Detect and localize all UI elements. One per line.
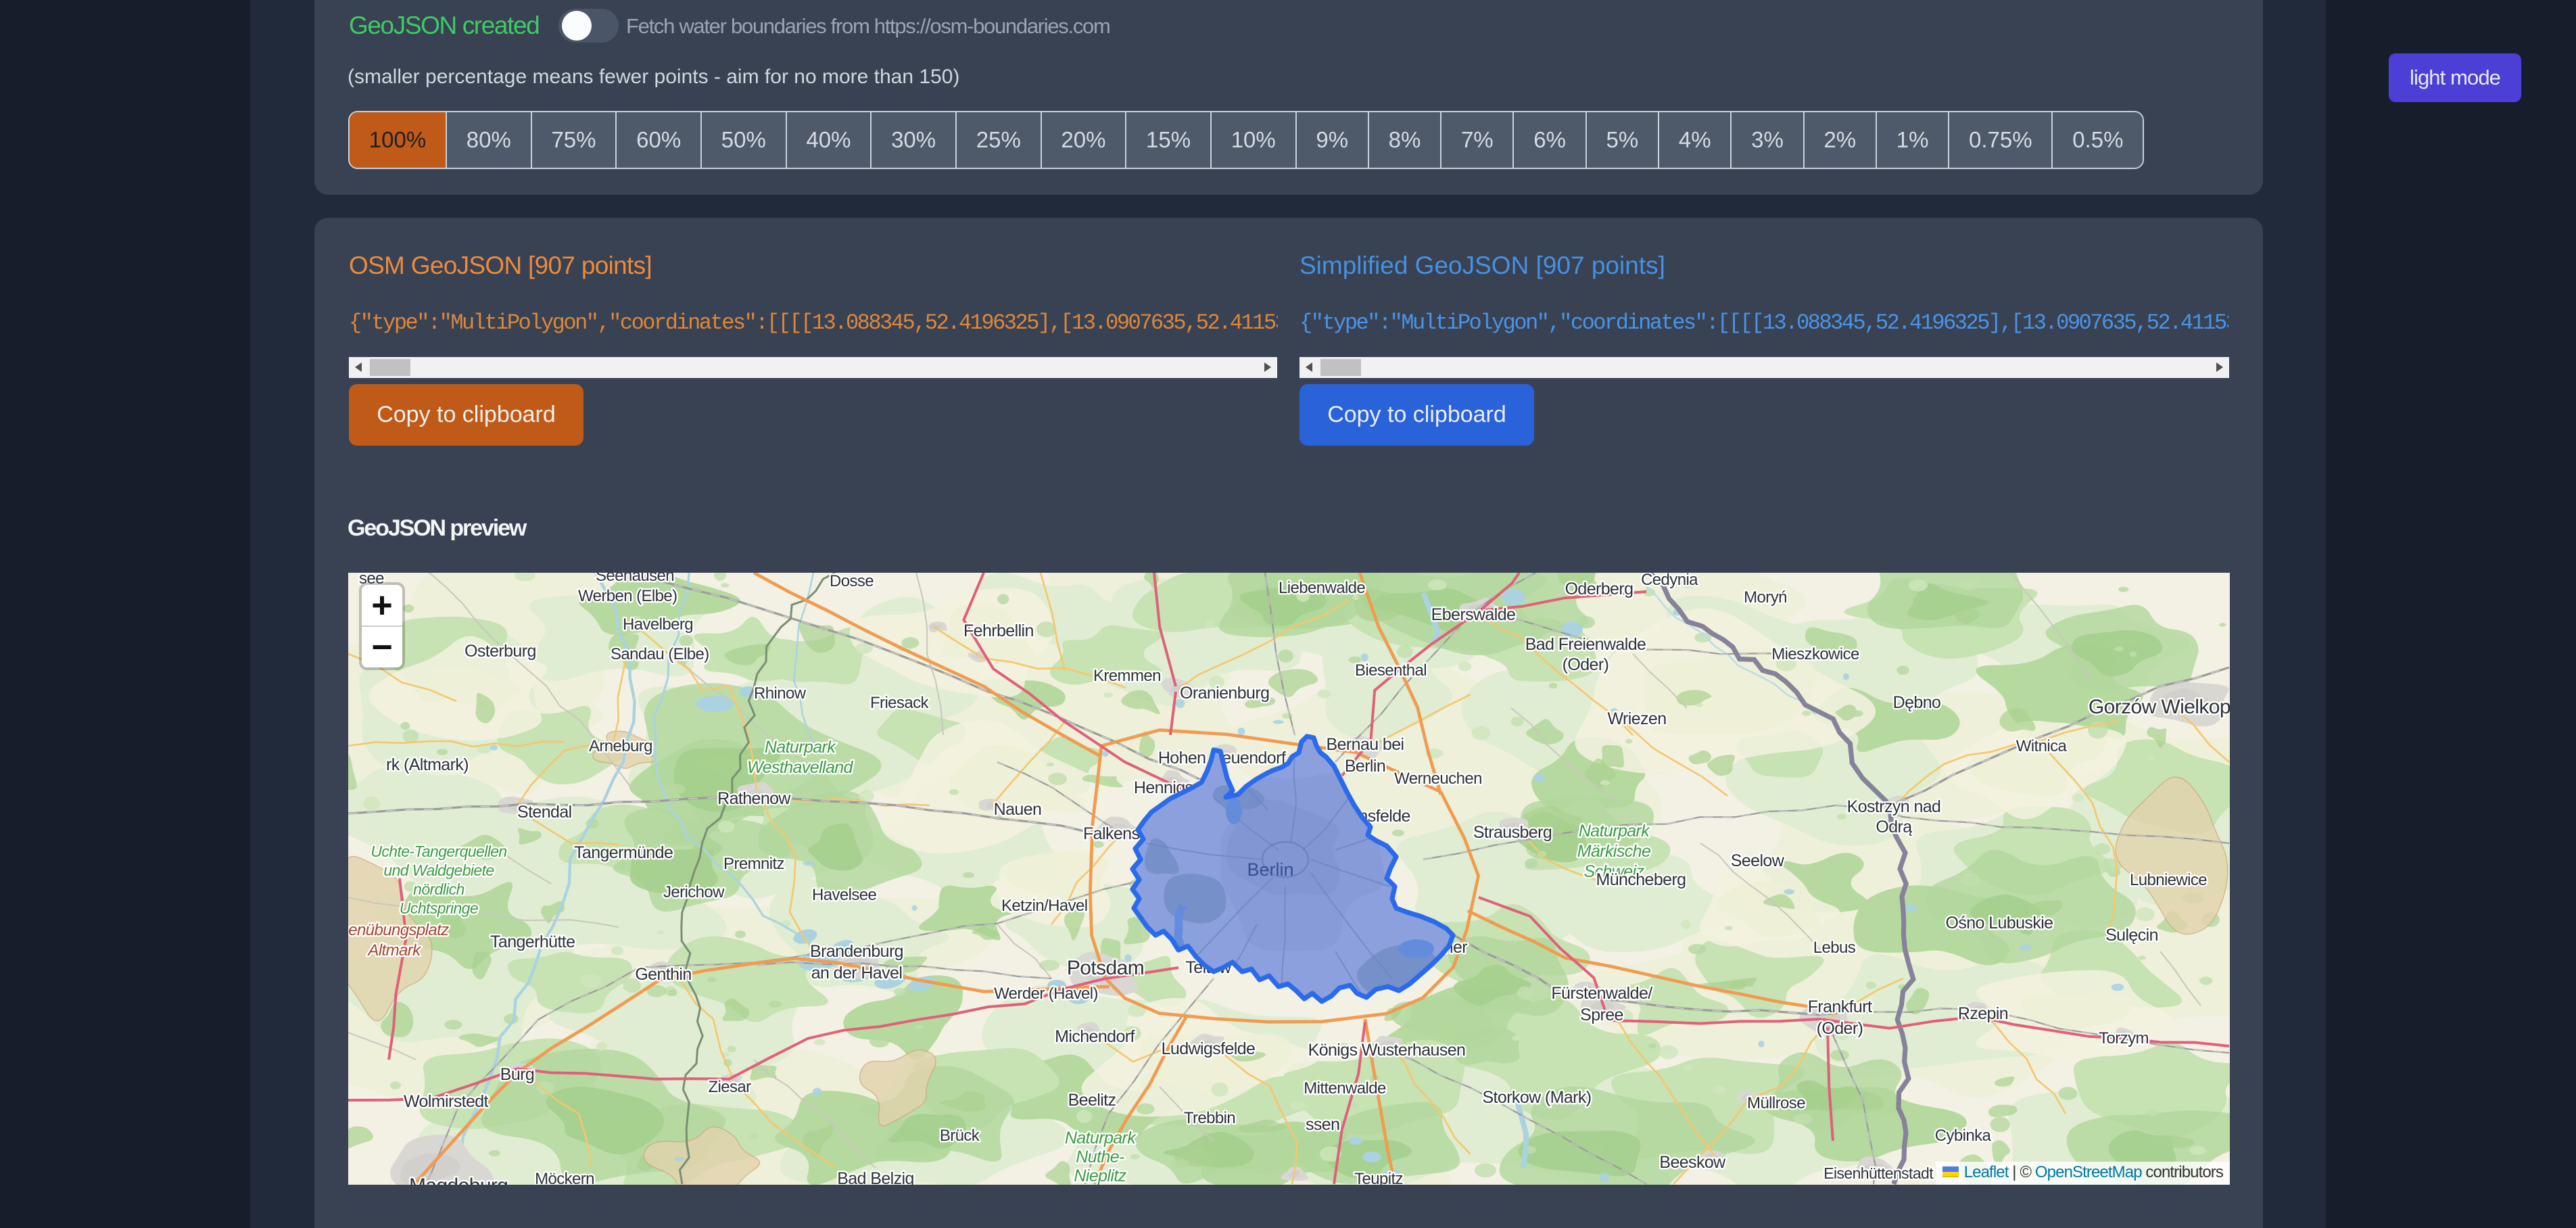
svg-text:oenübungsplatz: oenübungsplatz (348, 921, 449, 939)
svg-text:Ziesar: Ziesar (708, 1078, 751, 1096)
svg-text:Naturpark: Naturpark (1579, 822, 1650, 841)
svg-text:Friesack: Friesack (870, 694, 929, 712)
svg-text:Werder (Havel): Werder (Havel) (994, 985, 1098, 1003)
svg-text:Teupitz: Teupitz (1354, 1170, 1403, 1185)
svg-text:Arneburg: Arneburg (589, 737, 652, 755)
svg-text:Oderberg: Oderberg (1565, 580, 1633, 598)
svg-text:und Waldgebiete: und Waldgebiete (383, 861, 494, 879)
svg-text:Osterburg: Osterburg (464, 642, 536, 661)
svg-text:Fürstenwalde/: Fürstenwalde/ (1551, 984, 1652, 1003)
svg-text:Dosse: Dosse (830, 573, 874, 590)
svg-text:Rzepin: Rzepin (1958, 1004, 2008, 1023)
svg-text:Nieplitz: Nieplitz (1074, 1166, 1126, 1185)
svg-text:Strausberg: Strausberg (1473, 823, 1552, 842)
svg-text:Berlin: Berlin (1345, 757, 1385, 776)
svg-text:Uchtspringe: Uchtspringe (400, 899, 478, 917)
svg-text:Naturpark: Naturpark (765, 738, 836, 757)
svg-text:Potsdam: Potsdam (1067, 957, 1144, 979)
svg-text:Oranienburg: Oranienburg (1180, 684, 1269, 703)
svg-text:Werneuchen: Werneuchen (1394, 770, 1482, 788)
svg-text:Sulęcin: Sulęcin (2105, 926, 2158, 945)
svg-text:Bernau bei: Bernau bei (1327, 735, 1404, 754)
svg-text:Premnitz: Premnitz (723, 855, 784, 873)
svg-text:(Oder): (Oder) (1563, 655, 1609, 674)
svg-text:Lubniewice: Lubniewice (2130, 871, 2207, 889)
svg-text:Werben (Elbe): Werben (Elbe) (578, 587, 677, 605)
svg-text:(Oder): (Oder) (1817, 1019, 1863, 1038)
svg-text:Brück: Brück (940, 1127, 980, 1145)
svg-text:Magdeburg: Magdeburg (409, 1175, 508, 1185)
svg-text:Wolmirstedt: Wolmirstedt (404, 1092, 489, 1111)
svg-text:Brandenburg: Brandenburg (810, 942, 903, 961)
svg-text:Mieszkowice: Mieszkowice (1771, 645, 1859, 663)
svg-text:rk (Altmark): rk (Altmark) (386, 755, 469, 774)
svg-text:Eisenhüttenstadt: Eisenhüttenstadt (1823, 1164, 1934, 1182)
svg-text:Stendal: Stendal (517, 803, 572, 822)
svg-text:an der Havel: an der Havel (811, 964, 903, 983)
svg-text:Havelsee: Havelsee (812, 886, 877, 904)
svg-text:Cedynia: Cedynia (1641, 573, 1698, 589)
svg-text:Ośno Lubuskie: Ośno Lubuskie (1946, 914, 2053, 932)
svg-text:Odrą: Odrą (1876, 818, 1912, 836)
svg-text:Biesenthal: Biesenthal (1355, 661, 1427, 680)
svg-text:Eberswalde: Eberswalde (1431, 605, 1516, 624)
svg-text:Jerichow: Jerichow (663, 883, 725, 901)
svg-text:Kostrzyn nad: Kostrzyn nad (1847, 797, 1941, 816)
svg-text:nördlich: nördlich (413, 880, 464, 898)
svg-text:Kremmen: Kremmen (1093, 667, 1161, 685)
svg-text:Tangermünde: Tangermünde (574, 843, 673, 862)
svg-text:Seehausen: Seehausen (596, 573, 674, 585)
svg-text:Märkische: Märkische (1577, 842, 1651, 861)
svg-text:Uchte-Tangerquellen: Uchte-Tangerquellen (371, 843, 506, 860)
svg-text:Lebus: Lebus (1813, 939, 1856, 957)
svg-text:Möckern: Möckern (535, 1170, 594, 1185)
svg-text:Liebenwalde: Liebenwalde (1279, 579, 1365, 597)
svg-text:Beeskow: Beeskow (1659, 1153, 1726, 1172)
svg-text:Witnica: Witnica (2016, 737, 2068, 755)
svg-text:Bad Freienwalde: Bad Freienwalde (1525, 635, 1646, 654)
svg-text:Tangerhütte: Tangerhütte (490, 932, 575, 951)
svg-text:Genthin: Genthin (635, 965, 691, 984)
svg-text:Havelberg: Havelberg (623, 615, 693, 634)
svg-text:Dębno: Dębno (1893, 693, 1941, 712)
svg-text:Spree: Spree (1580, 1006, 1623, 1024)
svg-text:Seelow: Seelow (1731, 851, 1785, 870)
svg-text:Moryń: Moryń (1744, 588, 1787, 607)
svg-text:Ludwigsfelde: Ludwigsfelde (1162, 1039, 1256, 1058)
svg-text:Torzym: Torzym (2099, 1029, 2149, 1047)
svg-text:Trebbin: Trebbin (1184, 1109, 1235, 1127)
svg-text:Altmark: Altmark (366, 941, 422, 960)
svg-text:Königs Wusterhausen: Königs Wusterhausen (1308, 1041, 1466, 1060)
svg-text:Nauen: Nauen (994, 800, 1042, 819)
svg-text:Rathenow: Rathenow (717, 789, 791, 808)
svg-text:Michendorf: Michendorf (1055, 1027, 1135, 1046)
svg-text:Bad Belzig: Bad Belzig (837, 1169, 914, 1185)
svg-text:Gorzów Wielkopol: Gorzów Wielkopol (2089, 696, 2230, 718)
svg-text:Nuthe-: Nuthe- (1076, 1148, 1124, 1166)
svg-text:Storkow (Mark): Storkow (Mark) (1482, 1088, 1591, 1107)
svg-text:Burg: Burg (500, 1065, 534, 1084)
svg-text:Rhinow: Rhinow (754, 684, 807, 703)
svg-text:Cybinka: Cybinka (1935, 1127, 1992, 1145)
svg-text:Müllrose: Müllrose (1747, 1094, 1805, 1112)
svg-text:Wriezen: Wriezen (1607, 709, 1666, 728)
svg-text:Ketzin/Havel: Ketzin/Havel (1001, 897, 1088, 915)
svg-text:Sandau (Elbe): Sandau (Elbe) (611, 645, 709, 663)
svg-text:Naturpark: Naturpark (1065, 1129, 1137, 1148)
svg-text:Beelitz: Beelitz (1068, 1091, 1116, 1110)
svg-text:Westhavelland: Westhavelland (747, 758, 853, 777)
svg-text:Müncheberg: Müncheberg (1596, 870, 1686, 889)
svg-text:ssen: ssen (1306, 1115, 1339, 1134)
svg-text:Frankfurt: Frankfurt (1808, 997, 1872, 1016)
svg-text:Fehrbellin: Fehrbellin (963, 621, 1034, 640)
svg-text:Mittenwalde: Mittenwalde (1304, 1079, 1386, 1097)
